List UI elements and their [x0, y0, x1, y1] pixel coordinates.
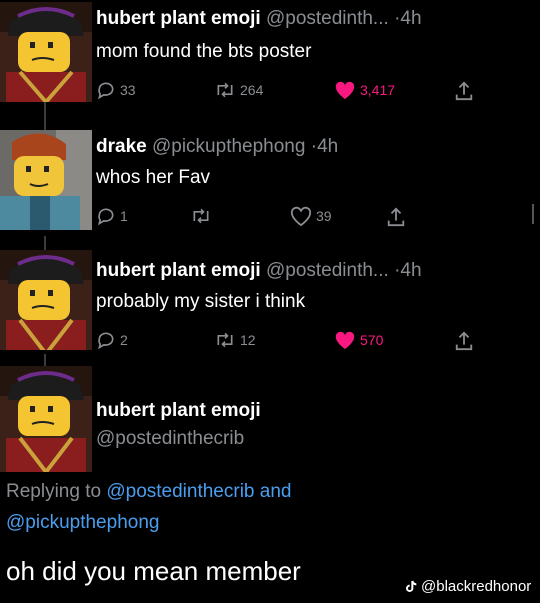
tiktok-icon — [406, 580, 417, 592]
reply-icon — [98, 82, 114, 100]
scroll-indicator — [532, 204, 534, 224]
thread-line — [44, 354, 46, 366]
retweet-button[interactable] — [190, 206, 216, 226]
heart-icon — [290, 206, 312, 226]
reply-button[interactable]: 1 — [96, 206, 128, 226]
share-icon — [455, 81, 473, 101]
timestamp[interactable]: 4h — [400, 260, 421, 281]
timestamp[interactable]: 4h — [400, 8, 421, 29]
tweet-text: mom found the bts poster — [96, 41, 312, 62]
handle[interactable]: @postedinth... — [266, 260, 389, 281]
watermark: @blackredhonor — [403, 578, 531, 595]
watermark-handle: @blackredhonor — [421, 578, 532, 595]
like-button[interactable]: 3,417 — [334, 80, 395, 100]
heart-icon — [335, 81, 355, 100]
like-count: 570 — [360, 332, 384, 348]
retweet-icon — [193, 208, 209, 224]
avatar[interactable] — [0, 250, 92, 350]
share-button[interactable] — [454, 330, 474, 352]
display-name[interactable]: hubert plant emoji — [96, 8, 261, 29]
mention-link[interactable]: @postedinthecrib — [106, 481, 254, 502]
reply-count: 1 — [120, 208, 128, 224]
reply-count: 33 — [120, 82, 136, 98]
heart-icon — [335, 331, 355, 350]
reply-icon — [98, 208, 114, 226]
retweet-count: 264 — [240, 82, 264, 98]
like-button[interactable]: 39 — [290, 206, 332, 226]
like-count: 39 — [316, 208, 332, 224]
retweet-count: 12 — [240, 332, 256, 348]
retweet-button[interactable]: 264 — [214, 80, 263, 100]
share-button[interactable] — [454, 80, 474, 102]
tweet-text: probably my sister i think — [96, 291, 306, 312]
retweet-button[interactable]: 12 — [214, 330, 256, 350]
thread-line — [44, 236, 46, 250]
avatar[interactable] — [0, 2, 92, 102]
reply-icon — [98, 332, 114, 350]
replying-to-and: and — [259, 481, 292, 502]
handle[interactable]: @postedinth... — [266, 8, 389, 29]
display-name[interactable]: hubert plant emoji — [96, 260, 261, 281]
tweet-text: oh did you mean member — [6, 556, 301, 586]
retweet-icon — [217, 332, 233, 348]
timestamp[interactable]: 4h — [317, 136, 338, 157]
share-icon — [387, 207, 405, 227]
thread-line — [44, 102, 46, 130]
handle[interactable]: @postedinthecrib — [96, 428, 244, 449]
display-name[interactable]: hubert plant emoji — [96, 400, 261, 421]
replying-to-line-2: @pickupthephong — [6, 508, 159, 538]
reply-count: 2 — [120, 332, 128, 348]
replying-to: Replying to @postedinthecrib and — [6, 477, 291, 507]
share-icon — [455, 331, 473, 351]
reply-button[interactable]: 33 — [96, 80, 136, 100]
share-button[interactable] — [386, 206, 406, 228]
like-button[interactable]: 570 — [334, 330, 383, 350]
tweet-text: whos her Fav — [96, 167, 211, 188]
retweet-icon — [217, 82, 233, 98]
avatar[interactable] — [0, 366, 92, 472]
handle[interactable]: @pickupthephong — [152, 136, 305, 157]
like-count: 3,417 — [360, 82, 396, 98]
avatar[interactable] — [0, 130, 92, 230]
display-name[interactable]: drake — [96, 136, 147, 157]
replying-to-label: Replying to — [6, 481, 102, 502]
reply-button[interactable]: 2 — [96, 330, 128, 350]
mention-link[interactable]: @pickupthephong — [6, 512, 159, 533]
